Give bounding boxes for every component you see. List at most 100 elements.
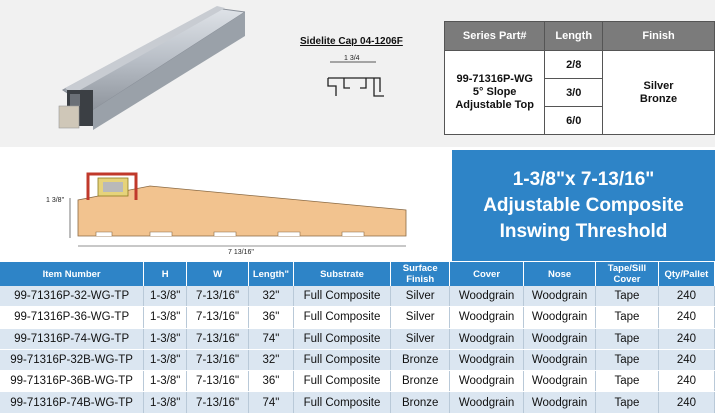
table-cell: Full Composite [293,286,392,308]
table-cell: 32" [248,286,294,308]
table-cell: Woodgrain [523,306,597,329]
product-photo [58,6,245,130]
col-header: Surface Finish [390,262,451,286]
table-cell: 74" [248,328,294,350]
width-dimension-label: 7 13/16" [228,249,254,256]
table-cell: 240 [658,349,715,372]
table-cell: 74" [248,391,294,414]
table-cell: Full Composite [293,328,392,350]
table-cell: 7-13/16" [186,306,249,329]
table-cell: Woodgrain [449,306,524,329]
table-cell: 99-71316P-36-WG-TP [0,306,145,329]
table-cell: Full Composite [293,370,392,393]
series-header-finish: Finish [602,21,715,51]
table-cell: 1-3/8" [143,328,188,350]
series-table: Series Part# Length Finish 99-71316P-WG … [443,21,715,135]
table-cell: Woodgrain [523,286,597,308]
series-part-number: 99-71316P-WG [456,73,533,85]
table-cell: Bronze [390,349,451,372]
col-header: Cover [449,262,524,286]
table-cell: Woodgrain [449,391,524,414]
table-cell: 32" [248,349,294,372]
table-cell: 36" [248,370,294,393]
table-cell: 99-71316P-74B-WG-TP [0,391,145,414]
table-cell: Woodgrain [523,328,597,350]
table-row: 99-71316P-36B-WG-TP 1-3/8" 7-13/16" 36" Full… [0,370,715,393]
headline-type: Adjustable Composite [483,194,684,216]
item-table: Item Number H W Length" Substrate Surfac… [0,262,715,414]
table-row: 99-71316P-32B-WG-TP 1-3/8" 7-13/16" 32" Full… [0,349,715,372]
table-cell: Tape [595,328,659,350]
table-cell: 99-71316P-74-WG-TP [0,328,145,350]
height-dimension-label: 1 3/8" [46,197,65,204]
table-cell: 1-3/8" [143,370,188,393]
series-part-cell: 99-71316P-WG 5° Slope Adjustable Top [443,50,546,135]
table-row: 99-71316P-32-WG-TP 1-3/8" 7-13/16" 32" Full … [0,286,715,308]
series-finish-silver: Silver [643,79,674,92]
series-header-part: Series Part# [443,21,546,51]
threshold-cross-section: 1 3/8" 7 13/16" [46,172,407,256]
table-cell: Tape [595,349,659,372]
sidelite-dim-label: 1 3/4 [344,55,360,62]
table-cell: 1-3/8" [143,391,188,414]
col-header: Length" [248,262,294,286]
table-cell: 7-13/16" [186,391,249,414]
table-cell: Woodgrain [449,349,524,372]
table-cell: 240 [658,370,715,393]
table-cell: 99-71316P-36B-WG-TP [0,370,145,393]
table-cell: Tape [595,370,659,393]
table-cell: Bronze [390,391,451,414]
table-cell: 7-13/16" [186,370,249,393]
series-finish-bronze: Bronze [639,92,678,105]
table-row: 99-71316P-74-WG-TP 1-3/8" 7-13/16" 74" Full … [0,328,715,350]
table-cell: Woodgrain [523,349,597,372]
cross-section-area: 1 3/8" 7 13/16" [0,150,450,262]
table-cell: 99-71316P-32B-WG-TP [0,349,145,372]
series-finish-cell: Silver Bronze [602,50,715,135]
table-cell: Tape [595,306,659,329]
table-cell: Silver [390,306,451,329]
table-cell: Woodgrain [523,370,597,393]
product-headline: 1-3/8"x 7-13/16" Adjustable Composite In… [452,150,715,261]
col-header: W [186,262,249,286]
col-header: H [143,262,188,286]
sidelite-cap-drawing: 1 3/4 [327,55,384,97]
table-cell: 7-13/16" [186,349,249,372]
table-cell: 1-3/8" [143,286,188,308]
table-cell: Woodgrain [523,391,597,414]
table-cell: Full Composite [293,306,392,329]
table-cell: Tape [595,391,659,414]
headline-size: 1-3/8"x 7-13/16" [512,168,655,190]
table-cell: 99-71316P-32-WG-TP [0,286,145,308]
table-cell: 1-3/8" [143,306,188,329]
table-cell: 1-3/8" [143,349,188,372]
table-cell: Bronze [390,370,451,393]
table-cell: Woodgrain [449,370,524,393]
table-cell: 36" [248,306,294,329]
table-cell: 240 [658,306,715,329]
table-row: 99-71316P-74B-WG-TP 1-3/8" 7-13/16" 74" Full… [0,391,715,414]
col-header: Nose [523,262,597,286]
table-cell: Full Composite [293,349,392,372]
col-header: Item Number [0,262,145,286]
series-part-desc: Adjustable Top [455,99,534,111]
table-cell: Woodgrain [449,286,524,308]
series-length-cell: 2/8 [544,50,604,79]
table-cell: 240 [658,391,715,414]
headline-category: Inswing Threshold [499,220,668,242]
series-length-cell: 6/0 [544,106,604,135]
table-cell: 240 [658,328,715,350]
table-cell: Silver [390,286,451,308]
table-cell: Tape [595,286,659,308]
table-cell: 240 [658,286,715,308]
table-cell: 7-13/16" [186,328,249,350]
series-header-length: Length [544,21,604,51]
table-cell: Silver [390,328,451,350]
series-length-cell: 3/0 [544,78,604,107]
col-header: Substrate [293,262,392,286]
table-cell: Full Composite [293,391,392,414]
table-row: 99-71316P-36-WG-TP 1-3/8" 7-13/16" 36" Full … [0,306,715,329]
col-header: Tape/Sill Cover [595,262,659,286]
series-part-slope: 5° Slope [472,86,517,98]
table-cell: 7-13/16" [186,286,249,308]
